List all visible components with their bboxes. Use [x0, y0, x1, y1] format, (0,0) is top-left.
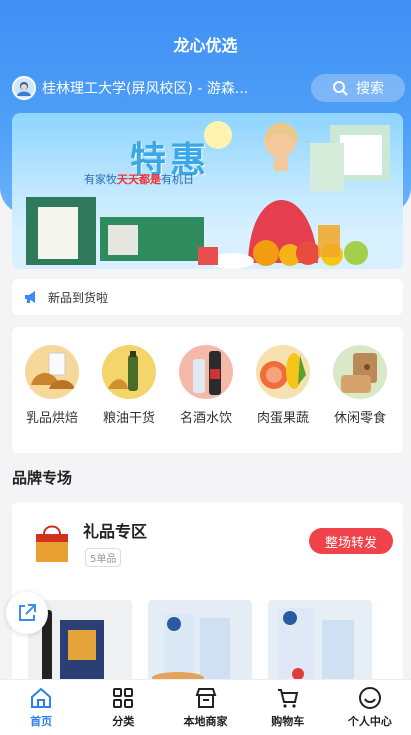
share-fab[interactable] — [6, 592, 48, 634]
megaphone-icon — [25, 291, 35, 303]
tab-local-merchants[interactable]: 本地商家 — [164, 680, 246, 735]
category-panel: 乳品烘焙 粮油干货 名酒水饮 肉蛋果蔬 休闲零食 — [12, 327, 403, 453]
search-icon — [333, 81, 348, 96]
product-thumb[interactable] — [268, 600, 372, 682]
brand-section-title: 品牌专场 — [12, 469, 73, 487]
category-label: 乳品烘焙 — [25, 411, 78, 426]
category-label: 名酒水饮 — [179, 411, 232, 426]
avatar[interactable] — [12, 76, 36, 100]
product-image — [278, 608, 354, 682]
notice-bar[interactable]: 新品到货啦 — [12, 279, 403, 315]
location-label[interactable]: 桂林理工大学(屏风校区) - 游森... — [42, 78, 278, 98]
cart-icon — [277, 689, 298, 708]
snacks-icon — [341, 353, 377, 393]
brand-card[interactable]: 礼品专区 5单品 整场转发 — [12, 502, 403, 682]
page-title: 龙心优选 — [173, 36, 238, 55]
tab-home[interactable]: 首页 — [0, 680, 82, 735]
tab-category[interactable]: 分类 — [82, 680, 164, 735]
category-item-grain-oil[interactable]: 粮油干货 — [94, 345, 164, 426]
banner-sub-suffix: 有机日 — [161, 173, 194, 186]
category-image-dairy — [25, 345, 79, 399]
tab-label: 本地商家 — [183, 715, 228, 728]
category-image-grain-oil — [102, 345, 156, 399]
category-item-produce[interactable]: 肉蛋果蔬 — [248, 345, 318, 426]
gift-bag-icon — [36, 525, 68, 562]
category-item-snacks[interactable]: 休闲零食 — [325, 345, 395, 426]
brand-card-count: 5单品 — [85, 548, 122, 567]
tab-label: 个人中心 — [347, 715, 392, 728]
share-icon — [19, 604, 36, 621]
category-label: 肉蛋果蔬 — [256, 411, 309, 426]
category-item-drinks[interactable]: 名酒水饮 — [171, 345, 241, 426]
smiley-icon — [358, 687, 381, 709]
banner-subtitle: 有家牧天天都是有机日 — [84, 171, 194, 187]
search-button[interactable]: 搜索 — [311, 74, 405, 102]
forward-all-button[interactable]: 整场转发 — [309, 528, 393, 554]
category-image-produce — [256, 345, 310, 399]
tab-profile[interactable]: 个人中心 — [329, 680, 411, 735]
product-image — [152, 614, 230, 682]
grid-icon — [113, 688, 134, 708]
promo-banner[interactable]: 特惠 有家牧天天都是有机日 — [12, 113, 403, 269]
home-icon — [31, 687, 52, 708]
store-icon — [195, 688, 216, 708]
product-thumb[interactable] — [148, 600, 252, 682]
category-item-dairy[interactable]: 乳品烘焙 — [17, 345, 87, 426]
category-image-drinks — [179, 345, 233, 399]
banner-sub-highlight: 天天都是 — [117, 173, 161, 186]
notice-text: 新品到货啦 — [48, 290, 109, 305]
tab-label: 购物车 — [271, 715, 305, 728]
user-avatar-icon — [17, 82, 31, 96]
category-label: 休闲零食 — [333, 411, 386, 426]
bottles-icon — [193, 351, 221, 395]
brand-card-name: 礼品专区 — [83, 522, 148, 541]
location-row: 桂林理工大学(屏风校区) - 游森... 搜索 — [12, 74, 405, 102]
tab-label: 首页 — [30, 715, 53, 728]
tab-cart[interactable]: 购物车 — [247, 680, 329, 735]
produce-icon — [260, 353, 306, 389]
search-label: 搜索 — [356, 81, 384, 97]
bottom-tab-bar: 首页 分类 本地商家 购物车 个人中心 — [0, 679, 411, 735]
category-image-snacks — [333, 345, 387, 399]
oil-bottle-icon — [108, 351, 138, 391]
tab-label: 分类 — [112, 715, 135, 728]
category-label: 粮油干货 — [102, 411, 155, 426]
bread-icon — [31, 352, 75, 389]
banner-sub-prefix: 有家牧 — [84, 173, 117, 186]
